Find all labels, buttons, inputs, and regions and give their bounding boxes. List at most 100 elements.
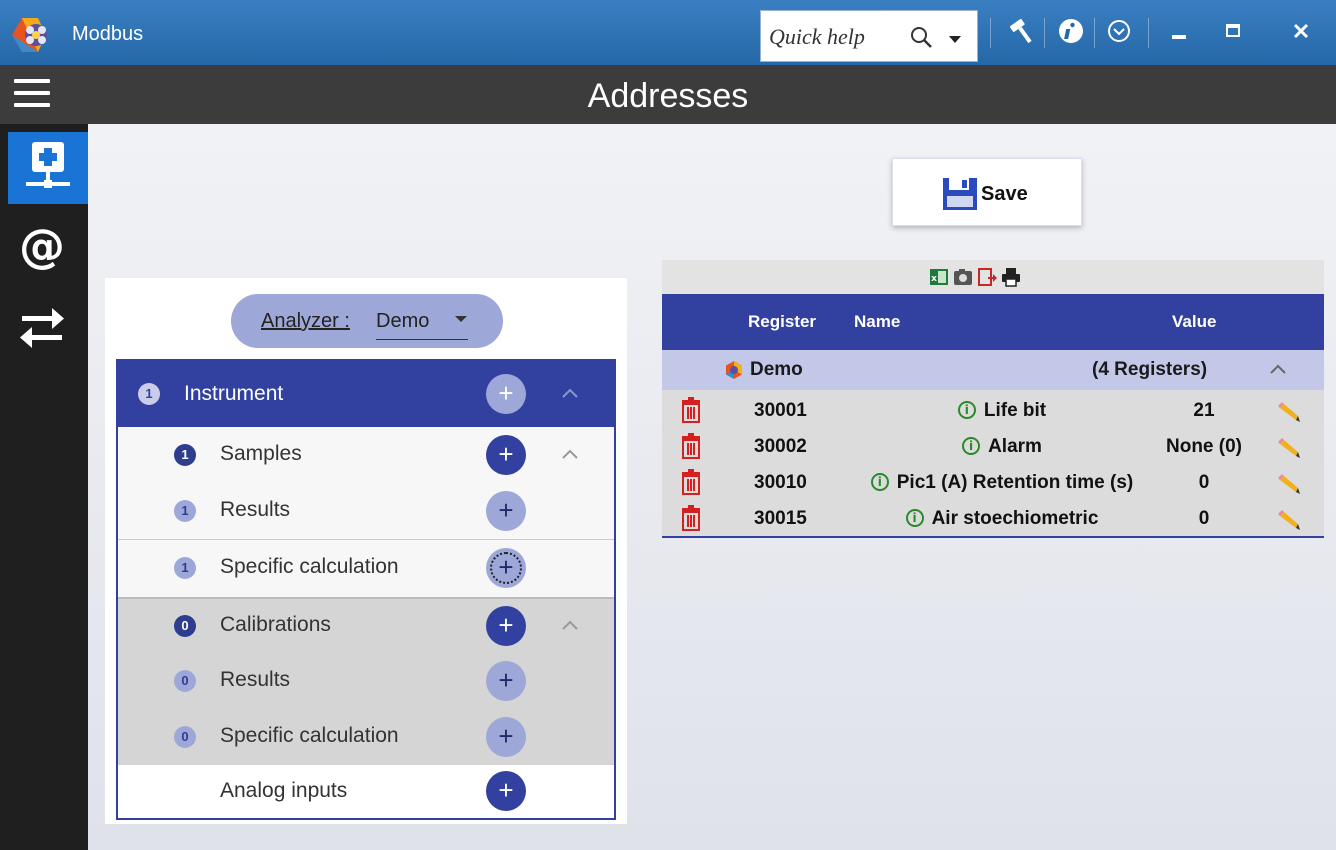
chevron-down-icon[interactable] — [941, 29, 969, 49]
maximize-icon[interactable] — [1218, 16, 1248, 46]
table-row[interactable]: 30001 i Life bit 21 — [662, 392, 1324, 428]
minimize-icon[interactable] — [1164, 16, 1194, 46]
tree-label: Results — [220, 668, 291, 691]
info-icon[interactable] — [1056, 16, 1086, 46]
tree-row-calibrations-results[interactable]: 0 Results + — [118, 653, 614, 709]
separator — [1094, 18, 1095, 48]
nav-item-network[interactable] — [8, 132, 88, 204]
group-count: (4 Registers) — [1092, 359, 1208, 380]
table-row[interactable]: 30010 i Pic1 (A) Retention time (s) 0 — [662, 464, 1324, 500]
tree-label: Specific calculation — [220, 724, 399, 747]
column-header-name[interactable]: Name — [854, 312, 900, 332]
tree-row-analog-inputs[interactable]: Analog inputs + — [118, 765, 614, 818]
hammer-icon[interactable] — [1006, 16, 1036, 46]
group-row-demo[interactable]: Demo (4 Registers) — [662, 350, 1324, 390]
analyzer-dropdown[interactable]: Demo — [376, 310, 468, 340]
chevron-up-icon[interactable] — [558, 614, 582, 638]
info-icon[interactable]: i — [905, 509, 924, 527]
floppy-disk-icon — [943, 178, 977, 210]
tree-row-calibrations[interactable]: 0 Calibrations + — [118, 599, 614, 653]
separator — [1044, 18, 1045, 48]
svg-text:@: @ — [19, 219, 65, 273]
trash-icon[interactable] — [680, 433, 702, 459]
analyzer-label: Analyzer : — [261, 310, 350, 332]
tree-row-instrument[interactable]: 1 Instrument + — [118, 361, 614, 427]
add-instrument-button[interactable]: + — [486, 374, 526, 414]
info-icon[interactable]: i — [957, 401, 976, 419]
count-badge: 0 — [174, 726, 196, 748]
register-cell: 30001 — [754, 400, 807, 421]
at-sign-icon: @ — [19, 219, 65, 273]
analyzer-selector[interactable]: Analyzer : Demo — [231, 294, 503, 348]
add-sample-button[interactable]: + — [486, 435, 526, 475]
name-text: Pic1 (A) Retention time (s) — [896, 472, 1134, 493]
column-header-register[interactable]: Register — [748, 312, 816, 332]
name-text: Air stoechiometric — [931, 508, 1099, 529]
app-logo-icon — [12, 18, 47, 52]
left-nav-rail: @ — [0, 124, 88, 850]
search-icon[interactable] — [909, 25, 935, 51]
trash-icon[interactable] — [680, 469, 702, 495]
table-row[interactable]: 30002 i Alarm None (0) — [662, 428, 1324, 464]
column-header-value[interactable]: Value — [1172, 312, 1216, 332]
value-cell: 0 — [1198, 472, 1210, 493]
tree-label: Specific calculation — [220, 555, 399, 578]
name-text: Alarm — [988, 436, 1042, 457]
count-badge: 1 — [174, 557, 196, 579]
add-analog-input-button[interactable]: + — [486, 771, 526, 811]
pencil-icon[interactable] — [1276, 398, 1302, 424]
trash-icon[interactable] — [680, 505, 702, 531]
export-icon[interactable] — [976, 266, 998, 288]
tree-row-samples-specific[interactable]: 1 Specific calculation + — [118, 540, 614, 596]
pencil-icon[interactable] — [1276, 506, 1302, 532]
register-cell: 30015 — [754, 508, 807, 529]
chevron-up-icon[interactable] — [558, 443, 582, 467]
tree-label: Instrument — [184, 382, 284, 405]
table-body: 30001 i Life bit 21 30002 i Alarm None (0) 30010… — [662, 390, 1324, 538]
chevron-up-icon[interactable] — [1266, 358, 1290, 382]
add-result-button[interactable]: + — [486, 661, 526, 701]
separator — [1148, 18, 1149, 48]
tree-row-samples[interactable]: 1 Samples + — [118, 427, 614, 483]
count-badge: 0 — [174, 615, 196, 637]
nav-item-transfer[interactable] — [8, 292, 88, 364]
quick-help-input[interactable] — [769, 22, 904, 52]
trash-icon[interactable] — [680, 397, 702, 423]
add-result-button[interactable]: + — [486, 491, 526, 531]
instrument-tree-panel: Analyzer : Demo 1 Instrument + 1 Samples… — [105, 278, 627, 824]
info-icon[interactable]: i — [962, 437, 981, 455]
save-button[interactable]: Save — [892, 158, 1082, 226]
chevron-circle-icon[interactable] — [1104, 16, 1134, 46]
printer-icon[interactable] — [1000, 266, 1022, 288]
add-specific-calculation-button[interactable]: + — [486, 717, 526, 757]
name-cell: i Alarm — [842, 436, 1162, 458]
chevron-up-icon[interactable] — [558, 382, 582, 406]
pencil-icon[interactable] — [1276, 434, 1302, 460]
add-specific-calculation-button[interactable]: + — [486, 548, 526, 588]
main-content: Save Analyzer : Demo 1 Instrument + 1 Sa… — [88, 124, 1336, 850]
page-title: Addresses — [587, 77, 749, 115]
tree-row-calibrations-specific[interactable]: 0 Specific calculation + — [118, 709, 614, 765]
table-toolbar: x — [662, 260, 1324, 294]
camera-icon[interactable] — [952, 266, 974, 288]
info-icon[interactable]: i — [870, 473, 889, 491]
register-cell: 30010 — [754, 472, 807, 493]
add-calibration-button[interactable]: + — [486, 606, 526, 646]
name-text: Life bit — [983, 400, 1047, 421]
analyzer-logo-icon — [726, 361, 742, 379]
value-cell: 21 — [1193, 400, 1215, 421]
tree-row-samples-results[interactable]: 1 Results + — [118, 483, 614, 539]
excel-icon[interactable]: x — [928, 266, 950, 288]
value-cell: 0 — [1198, 508, 1210, 529]
nav-item-addresses[interactable]: @ — [8, 210, 88, 282]
table-row[interactable]: 30015 i Air stoechiometric 0 — [662, 500, 1324, 536]
tree-label: Samples — [220, 442, 302, 465]
separator — [990, 18, 991, 48]
svg-text:x: x — [931, 274, 937, 284]
count-badge: 1 — [138, 383, 160, 405]
close-icon[interactable] — [1286, 16, 1316, 46]
title-bar: Modbus — [0, 0, 1336, 65]
chevron-down-icon[interactable] — [455, 316, 467, 322]
pencil-icon[interactable] — [1276, 470, 1302, 496]
name-cell: i Air stoechiometric — [842, 508, 1162, 530]
